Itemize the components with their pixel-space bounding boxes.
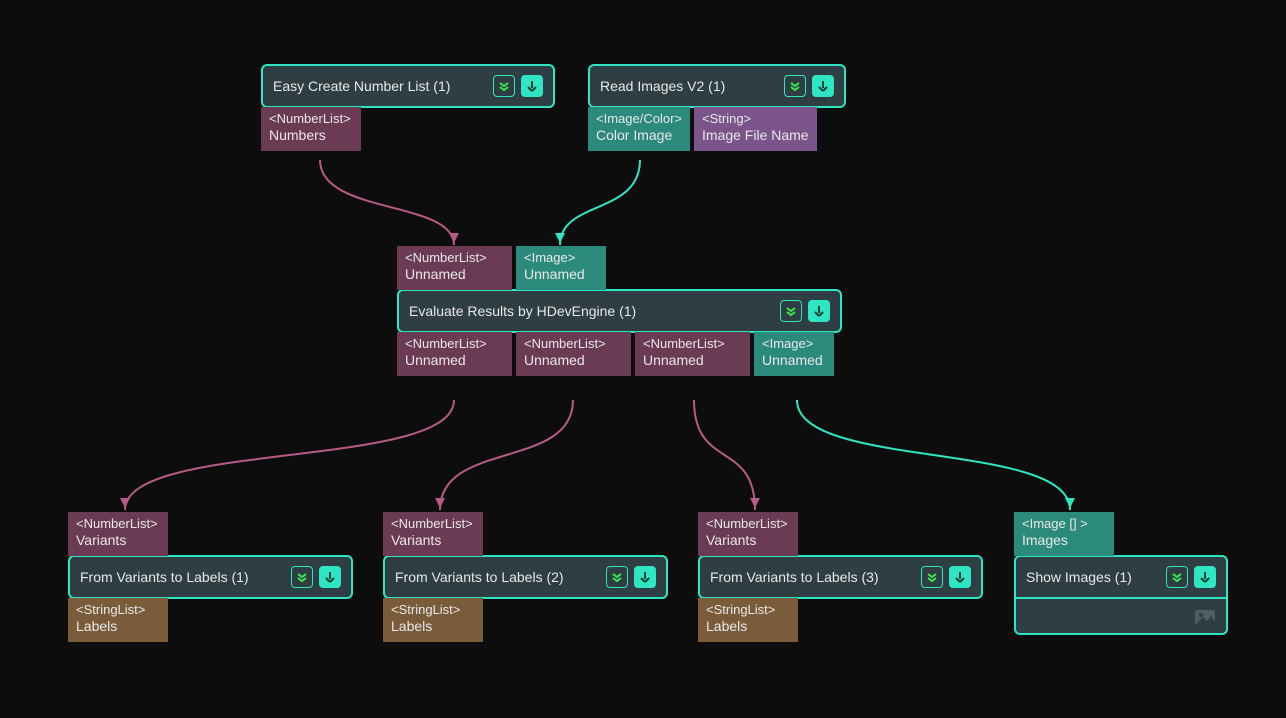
node-from-variants-to-labels-1[interactable]: <NumberList> Variants From Variants to L… <box>68 512 353 642</box>
output-port-1[interactable]: <NumberList> Unnamed <box>516 332 631 376</box>
output-port-color-image[interactable]: <Image/Color> Color Image <box>588 107 690 151</box>
output-ports: <StringList> Labels <box>68 598 353 642</box>
node-header[interactable]: From Variants to Labels (2) <box>383 555 668 599</box>
image-preview-icon <box>1194 606 1218 626</box>
node-title: Show Images (1) <box>1026 569 1132 585</box>
node-header[interactable]: From Variants to Labels (1) <box>68 555 353 599</box>
output-ports: <StringList> Labels <box>698 598 983 642</box>
expand-button[interactable] <box>606 566 628 588</box>
output-port-2[interactable]: <NumberList> Unnamed <box>635 332 750 376</box>
run-button[interactable] <box>808 300 830 322</box>
output-port-numbers[interactable]: <NumberList> Numbers <box>261 107 361 151</box>
input-port-variants[interactable]: <NumberList> Variants <box>68 512 168 556</box>
input-port-variants[interactable]: <NumberList> Variants <box>383 512 483 556</box>
node-title: Read Images V2 (1) <box>600 78 725 94</box>
expand-button[interactable] <box>493 75 515 97</box>
output-ports: <StringList> Labels <box>383 598 668 642</box>
node-header[interactable]: Easy Create Number List (1) <box>261 64 555 108</box>
node-header[interactable]: Read Images V2 (1) <box>588 64 846 108</box>
output-ports: <Image/Color> Color Image <String> Image… <box>588 107 846 151</box>
node-from-variants-to-labels-3[interactable]: <NumberList> Variants From Variants to L… <box>698 512 983 642</box>
node-header[interactable]: Show Images (1) <box>1014 555 1228 599</box>
node-title: From Variants to Labels (2) <box>395 569 564 585</box>
expand-button[interactable] <box>1166 566 1188 588</box>
expand-button[interactable] <box>780 300 802 322</box>
input-ports: <NumberList> Variants <box>698 512 983 556</box>
run-button[interactable] <box>521 75 543 97</box>
expand-button[interactable] <box>921 566 943 588</box>
node-body <box>1014 599 1228 635</box>
input-ports: <Image [] > Images <box>1014 512 1228 556</box>
run-button[interactable] <box>812 75 834 97</box>
node-title: Evaluate Results by HDevEngine (1) <box>409 303 636 319</box>
node-read-images-v2[interactable]: Read Images V2 (1) <Image/Color> Color I… <box>588 64 846 151</box>
output-port-3[interactable]: <Image> Unnamed <box>754 332 834 376</box>
output-port-0[interactable]: <NumberList> Unnamed <box>397 332 512 376</box>
node-title: From Variants to Labels (1) <box>80 569 249 585</box>
run-button[interactable] <box>1194 566 1216 588</box>
node-title: Easy Create Number List (1) <box>273 78 450 94</box>
node-from-variants-to-labels-2[interactable]: <NumberList> Variants From Variants to L… <box>383 512 668 642</box>
output-port-image-file-name[interactable]: <String> Image File Name <box>694 107 817 151</box>
node-header[interactable]: From Variants to Labels (3) <box>698 555 983 599</box>
input-port-numberlist[interactable]: <NumberList> Unnamed <box>397 246 512 290</box>
output-port-labels[interactable]: <StringList> Labels <box>698 598 798 642</box>
input-port-images[interactable]: <Image [] > Images <box>1014 512 1114 556</box>
node-easy-create-number-list[interactable]: Easy Create Number List (1) <NumberList>… <box>261 64 555 151</box>
expand-button[interactable] <box>784 75 806 97</box>
run-button[interactable] <box>319 566 341 588</box>
output-ports: <NumberList> Unnamed <NumberList> Unname… <box>397 332 842 376</box>
node-header[interactable]: Evaluate Results by HDevEngine (1) <box>397 289 842 333</box>
input-port-image[interactable]: <Image> Unnamed <box>516 246 606 290</box>
node-evaluate-results[interactable]: <NumberList> Unnamed <Image> Unnamed Eva… <box>397 246 842 376</box>
node-show-images[interactable]: <Image [] > Images Show Images (1) <box>1014 512 1228 635</box>
input-port-variants[interactable]: <NumberList> Variants <box>698 512 798 556</box>
node-title: From Variants to Labels (3) <box>710 569 879 585</box>
expand-button[interactable] <box>291 566 313 588</box>
output-ports: <NumberList> Numbers <box>261 107 555 151</box>
run-button[interactable] <box>949 566 971 588</box>
input-ports: <NumberList> Variants <box>68 512 353 556</box>
run-button[interactable] <box>634 566 656 588</box>
input-ports: <NumberList> Variants <box>383 512 668 556</box>
output-port-labels[interactable]: <StringList> Labels <box>383 598 483 642</box>
input-ports: <NumberList> Unnamed <Image> Unnamed <box>397 246 842 290</box>
output-port-labels[interactable]: <StringList> Labels <box>68 598 168 642</box>
